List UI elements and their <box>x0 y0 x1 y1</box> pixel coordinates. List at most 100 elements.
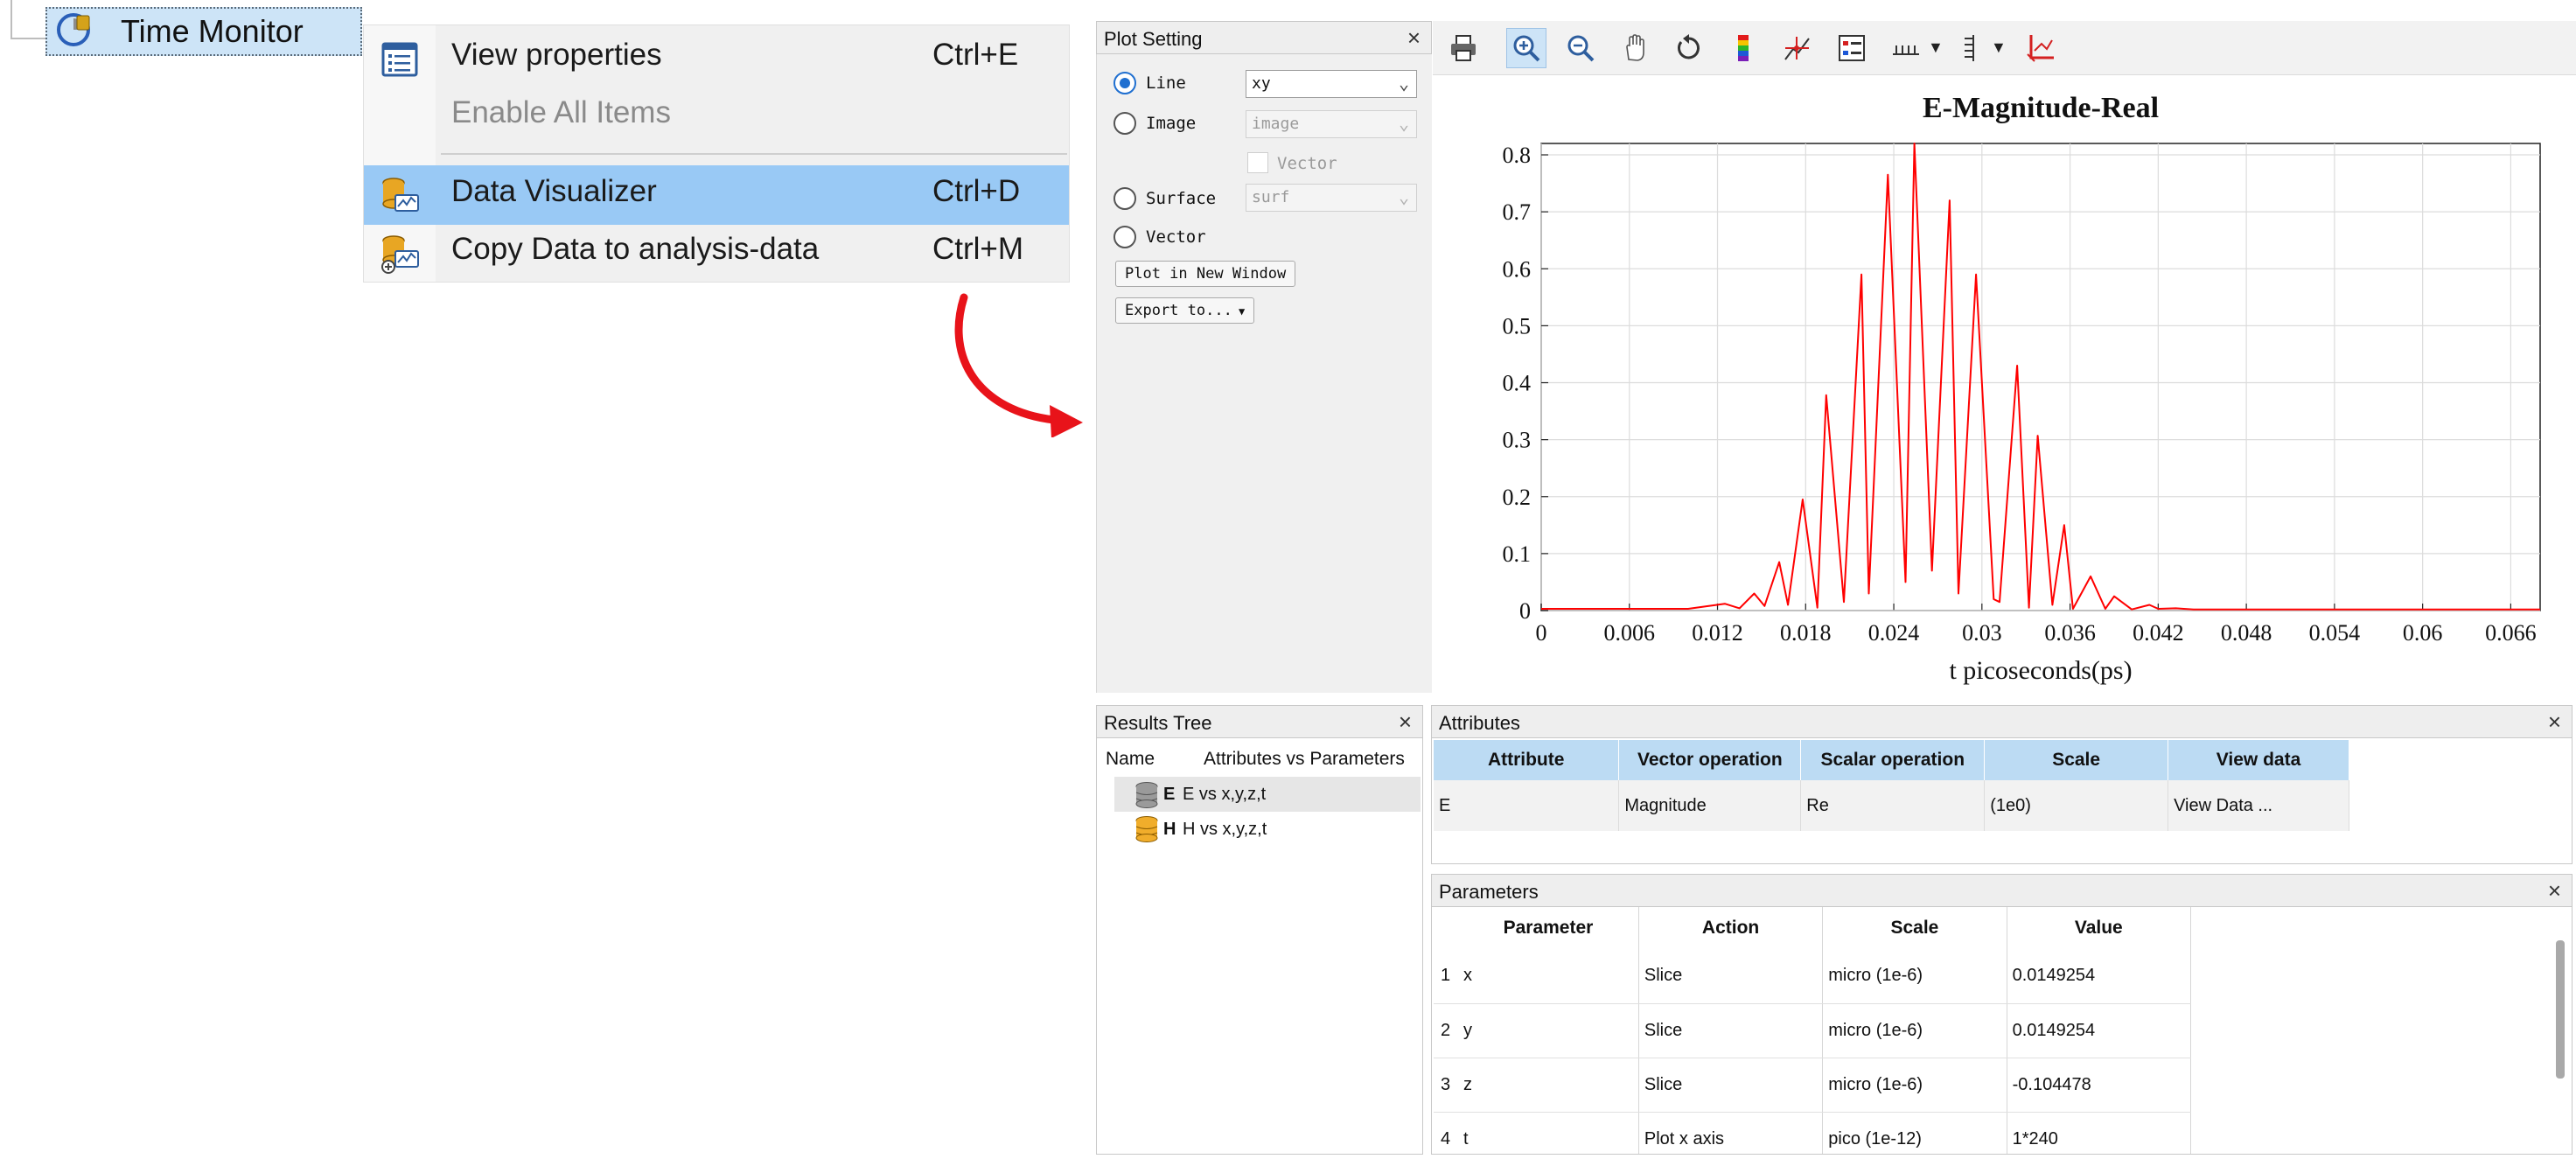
attribute-row[interactable]: E Magnitude Re (1e0) View Data ... <box>1434 780 2349 831</box>
menu-item-enable-all-items: Enable All Items <box>364 87 1069 146</box>
radio-image[interactable] <box>1113 112 1136 135</box>
line-chart: 0 0.006 0.012 0.018 0.024 0.03 0.036 0.042 0.048… <box>1503 92 2541 685</box>
cell-scale[interactable]: pico (1e-12) <box>1822 1112 2007 1154</box>
x-axis-label: t picoseconds(ps) <box>1949 656 2132 685</box>
cell-attribute: E <box>1434 780 1620 831</box>
panel-title: Parameters <box>1439 881 1539 903</box>
select-value: xy <box>1252 74 1271 93</box>
zoom-in-icon[interactable] <box>1506 28 1546 68</box>
pan-icon[interactable] <box>1615 28 1655 68</box>
cell-value[interactable]: 0.0149254 <box>2007 1003 2192 1058</box>
cell-parameter: z <box>1458 1058 1639 1113</box>
cell-value[interactable]: 0.0149254 <box>2007 949 2192 1004</box>
x-tick-label: 0.03 <box>1962 620 2002 646</box>
table-row[interactable]: 2 y Slice micro (1e-6) 0.0149254 <box>1434 1003 2192 1058</box>
radio-line[interactable] <box>1113 72 1136 94</box>
colormap-icon[interactable] <box>1723 28 1763 68</box>
y-tick-label: 0.8 <box>1503 143 1532 168</box>
x-axis-dropdown-icon[interactable]: ▼ <box>1928 38 1944 57</box>
chart-title: E-Magnitude-Real <box>1923 92 2159 124</box>
x-tick-label: 0.066 <box>2485 620 2537 646</box>
cell-value[interactable]: -0.104478 <box>2007 1058 2192 1113</box>
y-tick-label: 0.4 <box>1503 371 1532 396</box>
close-icon[interactable]: × <box>2548 709 2561 736</box>
plot-in-new-window-button[interactable]: Plot in New Window <box>1115 261 1296 287</box>
result-row-h[interactable]: H H vs x,y,z,t <box>1114 812 1421 847</box>
attributes-titlebar: Attributes × <box>1431 705 2573 738</box>
close-icon[interactable]: × <box>1407 24 1421 52</box>
table-row[interactable]: 4 t Plot x axis pico (1e-12) 1*240 <box>1434 1112 2192 1154</box>
parameters-titlebar: Parameters × <box>1431 874 2573 907</box>
cell-action[interactable]: Slice <box>1638 1003 1824 1058</box>
export-to-button[interactable]: Export to... ▼ <box>1115 297 1255 324</box>
copy-data-icon <box>380 234 420 274</box>
panel-title: Results Tree <box>1104 712 1212 734</box>
cell-action[interactable]: Slice <box>1638 949 1824 1004</box>
context-menu: View properties Ctrl+E Enable All Items … <box>363 24 1070 283</box>
line-type-select[interactable]: xy ⌄ <box>1246 70 1417 98</box>
tree-guide-line <box>10 38 45 39</box>
database-icon <box>1134 781 1160 814</box>
chevron-down-icon: ⌄ <box>1398 73 1409 94</box>
cell-action[interactable]: Plot x axis <box>1638 1112 1824 1154</box>
table-row[interactable]: 3 z Slice micro (1e-6) -0.104478 <box>1434 1058 2192 1113</box>
y-axis-icon[interactable] <box>1949 28 1989 68</box>
row-index: 4 <box>1434 1112 1459 1154</box>
radio-vector-label: Vector <box>1146 227 1206 247</box>
table-row[interactable]: 1 x Slice micro (1e-6) 0.0149254 <box>1434 949 2192 1004</box>
cell-value[interactable]: 1*240 <box>2007 1112 2192 1154</box>
cell-scale[interactable]: micro (1e-6) <box>1822 1058 2007 1113</box>
x-tick-label: 0.054 <box>2309 620 2361 646</box>
menu-item-data-visualizer[interactable]: Data Visualizer Ctrl+D <box>364 165 1069 225</box>
y-axis-dropdown-icon[interactable]: ▼ <box>1991 38 2007 57</box>
legend-icon[interactable] <box>1832 28 1872 68</box>
menu-item-label: Copy Data to analysis-data <box>451 232 820 266</box>
plot-toolbar: ▼ ▼ <box>1433 21 2576 75</box>
radio-line-label: Line <box>1146 73 1186 93</box>
menu-item-label: Enable All Items <box>451 95 671 129</box>
menu-item-copy-data[interactable]: Copy Data to analysis-data Ctrl+M <box>364 223 1069 283</box>
view-data-link[interactable]: View Data ... <box>2168 780 2349 831</box>
radio-vector[interactable] <box>1113 226 1136 248</box>
x-tick-label: 0.012 <box>1692 620 1743 646</box>
data-cursor-icon[interactable] <box>1777 28 1818 68</box>
row-index: 1 <box>1434 949 1459 1004</box>
y-tick-label: 0.7 <box>1503 199 1532 225</box>
select-value: image <box>1252 115 1300 133</box>
radio-image-label: Image <box>1146 114 1197 133</box>
menu-item-label: View properties <box>451 38 662 72</box>
x-axis-icon[interactable] <box>1886 28 1926 68</box>
cell-scale[interactable]: micro (1e-6) <box>1822 1003 2007 1058</box>
menu-item-view-properties[interactable]: View properties Ctrl+E <box>364 29 1069 88</box>
dropdown-arrow-icon: ▼ <box>1232 305 1246 318</box>
close-icon[interactable]: × <box>2548 877 2561 904</box>
cell-vector-operation[interactable]: Magnitude <box>1618 780 1802 831</box>
vector-checkbox <box>1247 152 1268 173</box>
y-tick-label: 0.1 <box>1503 541 1532 567</box>
column-header: Scalar operation <box>1800 740 1986 780</box>
result-description: H vs x,y,z,t <box>1183 820 1267 839</box>
zoom-out-icon[interactable] <box>1560 28 1601 68</box>
button-label: Export to... <box>1125 302 1232 319</box>
plot-area[interactable]: 0 0.006 0.012 0.018 0.024 0.03 0.036 0.042 0.048… <box>1433 75 2576 693</box>
row-index: 2 <box>1434 1003 1459 1058</box>
scrollbar-thumb[interactable] <box>2556 940 2565 1079</box>
chevron-down-icon: ⌄ <box>1398 186 1409 207</box>
cell-action[interactable]: Slice <box>1638 1058 1824 1113</box>
result-row-e[interactable]: E E vs x,y,z,t <box>1114 777 1421 812</box>
radio-surface[interactable] <box>1113 187 1136 210</box>
reset-icon[interactable] <box>1669 28 1709 68</box>
tree-item-label: Time Monitor <box>121 13 304 49</box>
x-tick-label: 0.048 <box>2221 620 2272 646</box>
image-type-select: image ⌄ <box>1246 110 1417 138</box>
time-monitor-icon <box>56 10 94 53</box>
close-icon[interactable]: × <box>1399 709 1412 736</box>
cell-scale[interactable]: micro (1e-6) <box>1822 949 2007 1004</box>
print-icon[interactable] <box>1443 28 1483 68</box>
plot-setting-titlebar: Plot Setting × <box>1096 21 1432 54</box>
cell-scalar-operation[interactable]: Re <box>1800 780 1986 831</box>
axes-icon[interactable] <box>2021 28 2061 68</box>
tree-item-time-monitor[interactable]: Time Monitor <box>45 7 362 56</box>
parameters-table: Parameter Action Scale Value 1 x Slice m… <box>1434 907 2192 1154</box>
cell-scale[interactable]: (1e0) <box>1984 780 2169 831</box>
